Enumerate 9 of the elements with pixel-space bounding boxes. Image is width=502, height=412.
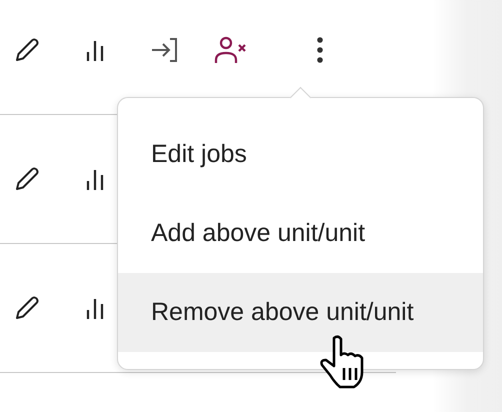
pencil-icon[interactable] [14,166,40,192]
pencil-icon[interactable] [14,295,40,321]
arrow-into-bracket-icon[interactable] [150,37,180,63]
pencil-icon[interactable] [14,37,40,63]
menu-item[interactable]: Edit jobs [118,115,483,194]
more-icon[interactable] [316,37,324,63]
remove-user-icon[interactable] [214,36,248,64]
menu-item[interactable]: Remove above unit/unit [118,273,483,352]
menu-item[interactable]: Add above unit/unit [118,194,483,273]
